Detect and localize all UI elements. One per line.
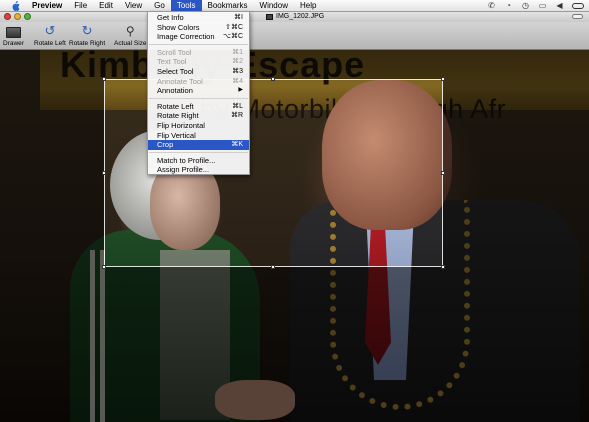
battery-icon[interactable] <box>572 2 584 9</box>
crop-handle-top-left[interactable] <box>102 77 106 81</box>
rotate-left-label: Rotate Left <box>34 40 66 47</box>
rotate-right-label: Rotate Right <box>69 40 106 47</box>
clock-icon[interactable]: ◷ <box>521 1 530 10</box>
menu-item-assign-profile[interactable]: Assign Profile... <box>148 165 249 175</box>
menu-item-flip-vertical[interactable]: Flip Vertical <box>148 131 249 141</box>
close-button[interactable] <box>4 13 11 20</box>
crop-handle-top-right[interactable] <box>441 77 445 81</box>
display-icon[interactable]: ▭ <box>538 1 547 10</box>
sync-icon[interactable]: ◔ <box>504 1 513 10</box>
drawer-icon <box>5 23 21 39</box>
actual-size-label: Actual Size <box>114 40 147 47</box>
menu-separator <box>149 152 248 154</box>
crop-handle-top[interactable] <box>271 77 275 81</box>
document-icon <box>266 14 273 20</box>
crop-handle-bottom-right[interactable] <box>441 265 445 269</box>
drawer-label: Drawer <box>3 40 24 47</box>
minimize-button[interactable] <box>14 13 21 20</box>
menu-item-get-info[interactable]: Get Info ⌘I <box>148 13 249 23</box>
menu-item-rotate-right[interactable]: Rotate Right ⌘R <box>148 111 249 121</box>
menu-item-annotation[interactable]: Annotation ▶ <box>148 86 249 96</box>
crop-handle-bottom[interactable] <box>271 265 275 269</box>
crop-dim-bottom <box>0 267 589 422</box>
image-canvas[interactable]: Kimberly Escape by Motorbike through Afr <box>0 50 589 422</box>
rotate-left-icon: ↺ <box>44 23 56 38</box>
crop-dim-left <box>0 79 104 267</box>
menu-item-flip-horizontal[interactable]: Flip Horizontal <box>148 121 249 131</box>
volume-icon[interactable]: ◀ <box>555 1 564 10</box>
menu-bookmarks[interactable]: Bookmarks <box>202 0 254 11</box>
actual-size-button[interactable]: ⚲ Actual Size <box>114 23 147 47</box>
rotate-right-button[interactable]: ↻ Rotate Right <box>69 23 105 47</box>
menu-item-crop[interactable]: Crop ⌘K <box>148 140 249 150</box>
menu-edit[interactable]: Edit <box>93 0 119 11</box>
menu-bar: Preview File Edit View Go Tools Bookmark… <box>0 0 589 12</box>
crop-handle-bottom-left[interactable] <box>102 265 106 269</box>
crop-handle-left[interactable] <box>102 171 106 175</box>
window-title-text: IMG_1202.JPG <box>276 13 325 20</box>
menu-separator <box>149 98 248 100</box>
menu-view[interactable]: View <box>119 0 148 11</box>
menu-item-show-colors[interactable]: Show Colors ⇧⌘C <box>148 23 249 33</box>
window-controls <box>4 13 31 20</box>
menu-item-match-to-profile[interactable]: Match to Profile... <box>148 156 249 166</box>
menu-extras: ✆ ◔ ◷ ▭ ◀ <box>487 0 584 11</box>
menu-item-select-tool[interactable]: Select Tool ⌘3 <box>148 67 249 77</box>
crop-handle-right[interactable] <box>441 171 445 175</box>
menu-preview[interactable]: Preview <box>29 0 68 11</box>
window-titlebar[interactable]: IMG_1202.JPG <box>0 12 589 22</box>
menu-help[interactable]: Help <box>294 0 322 11</box>
menu-item-rotate-left[interactable]: Rotate Left ⌘L <box>148 102 249 112</box>
window-title: IMG_1202.JPG <box>266 12 324 22</box>
rotate-left-button[interactable]: ↺ Rotate Left <box>34 23 66 47</box>
apple-menu-icon[interactable] <box>10 0 20 11</box>
phone-icon[interactable]: ✆ <box>487 1 496 10</box>
crop-dim-right <box>443 79 589 267</box>
zoom-button[interactable] <box>24 13 31 20</box>
rotate-right-icon: ↻ <box>81 23 93 38</box>
toolbar: Drawer ↺ Rotate Left ↻ Rotate Right ⚲ Ac… <box>0 22 589 50</box>
drawer-button[interactable]: Drawer <box>3 23 24 47</box>
menu-item-scroll-tool: Scroll Tool ⌘1 <box>157 47 243 57</box>
submenu-arrow-icon: ▶ <box>238 87 243 94</box>
toolbar-toggle-button[interactable] <box>572 14 583 19</box>
menu-window[interactable]: Window <box>254 0 294 11</box>
menu-item-annotate-tool: Annotate Tool ⌘4 <box>157 76 243 86</box>
menu-tools[interactable]: Tools <box>170 0 202 11</box>
menu-file[interactable]: File <box>68 0 93 11</box>
menu-item-image-correction[interactable]: Image Correction ⌥⌘C <box>148 32 249 42</box>
magnifier-icon: ⚲ <box>125 24 135 38</box>
menu-go[interactable]: Go <box>148 0 171 11</box>
tools-menu: Get Info ⌘I Show Colors ⇧⌘C Image Correcti… <box>147 11 250 175</box>
menu-item-text-tool: Text Tool ⌘2 <box>157 57 243 67</box>
crop-dim-top <box>0 50 589 79</box>
menu-separator <box>149 44 248 46</box>
